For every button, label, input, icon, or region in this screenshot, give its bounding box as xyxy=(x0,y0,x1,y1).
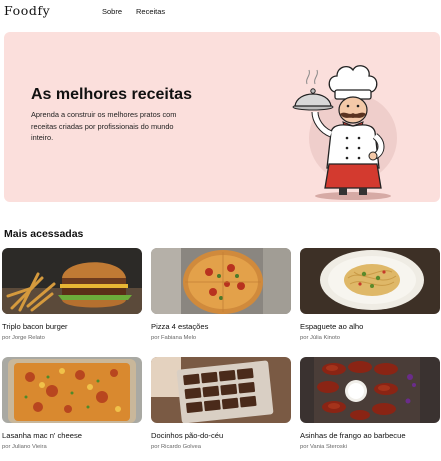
recipe-author: por Juliano Vieira xyxy=(2,444,47,450)
recipe-author: por Ricardo Golvea xyxy=(151,444,201,450)
recipe-card[interactable]: Espaguete ao alho por Júlia Kinoto xyxy=(300,248,440,341)
recipe-author: por Jorge Relato xyxy=(2,335,45,341)
recipe-card[interactable]: Docinhos pão-do-céu por Ricardo Golvea xyxy=(151,357,291,450)
chef-illustration xyxy=(292,65,397,200)
lasagna-image xyxy=(2,357,142,423)
hero-subtitle: Aprenda a construir os melhores pratos c… xyxy=(31,110,177,142)
recipe-author: por Júlia Kinoto xyxy=(300,335,340,341)
section-title: Mais acessadas xyxy=(4,228,84,240)
recipe-title: Pizza 4 estações xyxy=(151,322,209,331)
recipe-title: Triplo bacon burger xyxy=(2,322,68,331)
spaghetti-image xyxy=(300,248,440,314)
sweets-image xyxy=(151,357,291,423)
hero-banner: As melhores receitas Aprenda a construir… xyxy=(4,32,440,202)
top-navbar: Foodfy Sobre Receitas xyxy=(0,0,441,24)
recipe-card[interactable]: Asinhas de frango ao barbecue por Vania … xyxy=(300,357,440,450)
logo[interactable]: Foodfy xyxy=(4,3,50,18)
recipe-card[interactable]: Pizza 4 estações por Fabiana Melo xyxy=(151,248,291,341)
recipe-title: Docinhos pão-do-céu xyxy=(151,431,224,440)
burger-image xyxy=(2,248,142,314)
recipe-title: Espaguete ao alho xyxy=(300,322,364,331)
recipe-author: por Fabiana Melo xyxy=(151,335,197,341)
pizza-image xyxy=(151,248,291,314)
nav-link-sobre[interactable]: Sobre xyxy=(102,7,122,16)
recipe-card[interactable]: Triplo bacon burger por Jorge Relato xyxy=(2,248,142,341)
nav-link-receitas[interactable]: Receitas xyxy=(136,7,165,16)
recipe-title: Asinhas de frango ao barbecue xyxy=(300,431,406,440)
recipe-author: por Vania Steroski xyxy=(300,444,347,450)
hero-title: As melhores receitas xyxy=(31,86,192,103)
chicken-wings-image xyxy=(300,357,440,423)
recipe-title: Lasanha mac n' cheese xyxy=(2,431,82,440)
recipe-card[interactable]: Lasanha mac n' cheese por Juliano Vieira xyxy=(2,357,142,450)
